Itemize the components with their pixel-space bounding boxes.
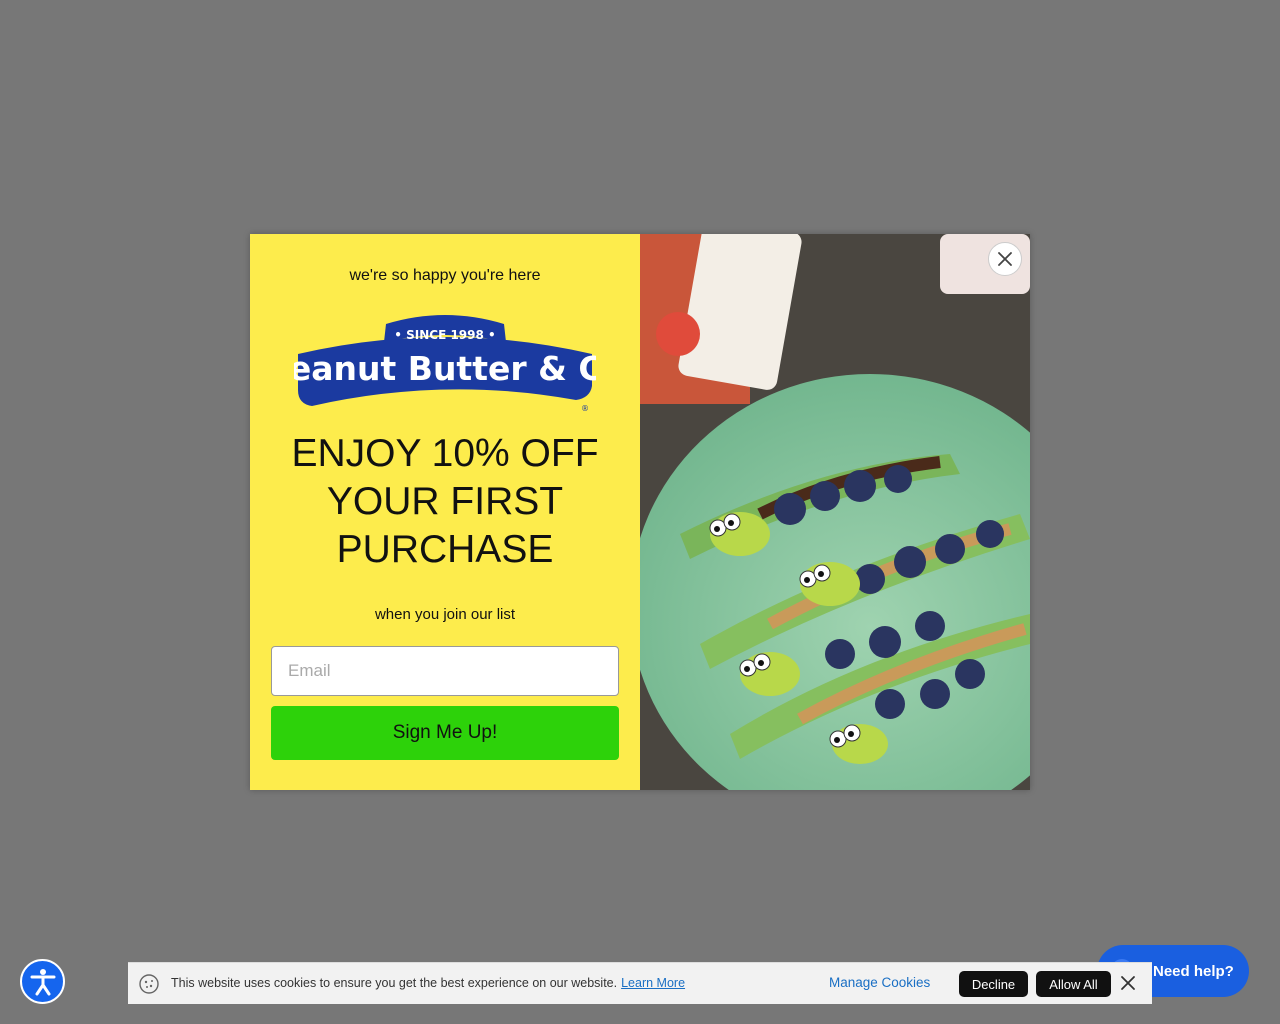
close-icon	[998, 252, 1012, 266]
email-input[interactable]	[271, 646, 619, 696]
discount-headline: ENJOY 10% OFF YOUR FIRST PURCHASE	[291, 432, 599, 571]
newsletter-popup: we're so happy you're here • SINCE 1998 …	[250, 234, 1030, 790]
logo-registered-mark: ®	[581, 404, 589, 413]
manage-cookies-link[interactable]: Manage Cookies	[829, 975, 930, 990]
cookie-icon	[139, 974, 159, 994]
logo-since-text: • SINCE 1998 •	[394, 328, 495, 342]
logo-brand-text: Peanut Butter & Co	[294, 349, 596, 388]
popup-tagline: we're so happy you're here	[349, 267, 541, 284]
cookie-message-line: This website uses cookies to ensure you …	[171, 976, 685, 990]
sign-up-button[interactable]: Sign Me Up!	[271, 706, 619, 760]
accessibility-button[interactable]	[20, 959, 65, 1004]
promo-food-image	[640, 234, 1030, 790]
cookie-banner: This website uses cookies to ensure you …	[128, 962, 1152, 1004]
close-icon[interactable]	[1120, 975, 1136, 991]
cookie-message: This website uses cookies to ensure you …	[171, 976, 618, 990]
brand-logo: • SINCE 1998 • Peanut Butter & Co ®	[294, 315, 596, 413]
popup-close-button[interactable]	[988, 242, 1022, 276]
allow-all-cookies-button[interactable]: Allow All	[1036, 971, 1111, 997]
accessibility-icon	[30, 968, 55, 995]
popup-content-panel: we're so happy you're here • SINCE 1998 …	[250, 234, 640, 790]
popup-subtext: when you join our list	[374, 606, 516, 623]
celery-snack-illustration	[640, 234, 1030, 790]
decline-cookies-button[interactable]: Decline	[959, 971, 1028, 997]
learn-more-link[interactable]: Learn More	[621, 976, 685, 990]
help-label: Need help?	[1153, 962, 1234, 980]
